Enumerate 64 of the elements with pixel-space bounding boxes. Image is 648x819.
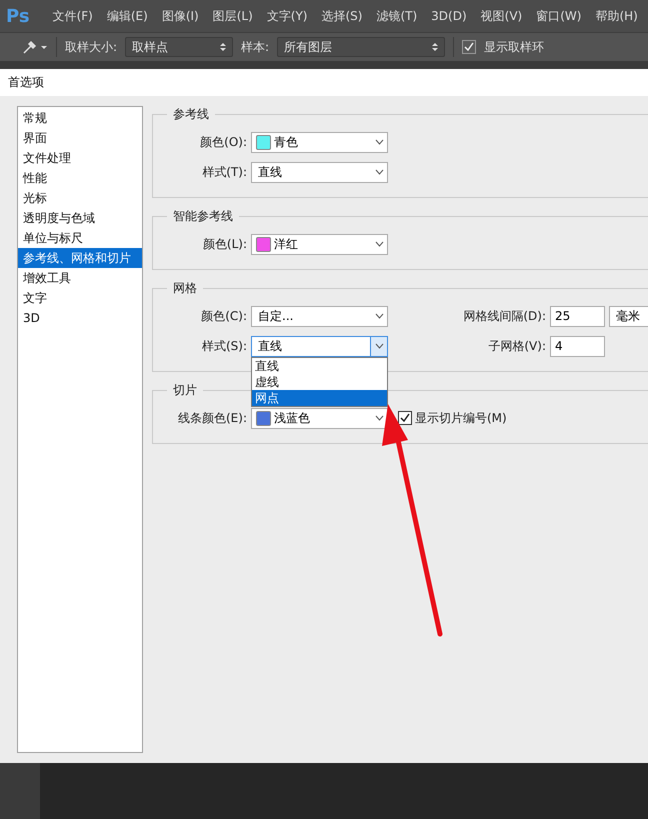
category-item[interactable]: 增效工具 bbox=[18, 268, 142, 288]
sample-size-dropdown[interactable]: 取样点 bbox=[125, 37, 234, 57]
chevron-down-icon bbox=[374, 313, 384, 319]
dropdown[interactable]: 青色 bbox=[251, 132, 388, 152]
category-item[interactable]: 性能 bbox=[18, 168, 142, 188]
menu-item[interactable]: 滤镜(T) bbox=[369, 8, 424, 24]
category-item[interactable]: 界面 bbox=[18, 128, 142, 148]
up-down-icon bbox=[220, 42, 226, 52]
category-item[interactable]: 光标 bbox=[18, 188, 142, 208]
show-ring-label: 显示取样环 bbox=[484, 38, 544, 56]
slice-number-checkbox[interactable]: 显示切片编号(M) bbox=[398, 410, 546, 426]
field-label: 颜色(L): bbox=[202, 236, 247, 252]
chevron-down-icon bbox=[374, 415, 384, 421]
checkbox[interactable] bbox=[462, 40, 476, 54]
menu-item[interactable]: 帮助(H) bbox=[588, 8, 645, 24]
menu-item[interactable]: 图层(L) bbox=[206, 8, 260, 24]
menu-item[interactable]: 编辑(E) bbox=[100, 8, 155, 24]
menu-item[interactable]: 3D(D) bbox=[424, 9, 474, 23]
field-label: 网格线间隔(D): bbox=[462, 308, 546, 324]
dropdown[interactable]: 直线 bbox=[251, 162, 388, 182]
menu-item[interactable]: 图像(I) bbox=[154, 8, 206, 24]
chevron-down-icon bbox=[374, 169, 384, 175]
up-down-icon bbox=[432, 42, 438, 52]
group-title: 网格 bbox=[172, 280, 198, 297]
sample-size-label: 取样大小: bbox=[65, 38, 118, 56]
category-item[interactable]: 常规 bbox=[18, 108, 142, 128]
category-item[interactable]: 3D bbox=[18, 308, 142, 328]
field-label: 样式(T): bbox=[201, 164, 247, 180]
field-label: 颜色(O): bbox=[199, 134, 247, 150]
field-label: 线条颜色(E): bbox=[177, 410, 247, 426]
group-title: 智能参考线 bbox=[172, 208, 234, 225]
dropdown[interactable]: 洋红 bbox=[251, 234, 388, 254]
chevron-down-icon bbox=[374, 139, 384, 145]
menu-item[interactable]: 选择(S) bbox=[314, 8, 370, 24]
tools-panel bbox=[0, 763, 40, 819]
menu-item[interactable]: 视图(V) bbox=[474, 8, 530, 24]
group-title: 切片 bbox=[172, 382, 198, 399]
category-item[interactable]: 单位与标尺 bbox=[18, 228, 142, 248]
checkbox[interactable] bbox=[398, 411, 412, 425]
chevron-down-icon bbox=[374, 343, 384, 349]
dropdown[interactable]: 直线 bbox=[251, 336, 388, 356]
field-label: 颜色(C): bbox=[200, 308, 247, 324]
number-field[interactable]: 25 bbox=[550, 306, 605, 326]
menu-item[interactable]: 窗口(W) bbox=[529, 8, 588, 24]
check-icon bbox=[400, 413, 410, 423]
check-icon bbox=[464, 42, 474, 52]
group-title: 参考线 bbox=[172, 106, 210, 123]
dropdown[interactable]: 浅蓝色 bbox=[251, 408, 388, 428]
sample-label: 样本: bbox=[241, 38, 270, 56]
field-label: 样式(S): bbox=[200, 338, 247, 354]
category-item[interactable]: 文件处理 bbox=[18, 148, 142, 168]
dropdown-option[interactable]: 网点 bbox=[252, 390, 387, 406]
menu-item[interactable]: 文件(F) bbox=[46, 8, 100, 24]
category-item[interactable]: 参考线、网格和切片 bbox=[18, 248, 142, 268]
sample-dropdown[interactable]: 所有图层 bbox=[277, 37, 446, 57]
category-item[interactable]: 文字 bbox=[18, 288, 142, 308]
unit-dropdown[interactable]: 毫米 bbox=[609, 306, 648, 326]
category-item[interactable]: 透明度与色域 bbox=[18, 208, 142, 228]
field-label: 子网格(V): bbox=[487, 338, 546, 354]
chevron-down-icon bbox=[374, 241, 384, 247]
dialog-title: 首选项 bbox=[8, 74, 44, 91]
dropdown[interactable]: 自定... bbox=[251, 306, 388, 326]
number-field[interactable]: 4 bbox=[550, 336, 605, 356]
menu-item[interactable]: 文字(Y) bbox=[260, 8, 314, 24]
